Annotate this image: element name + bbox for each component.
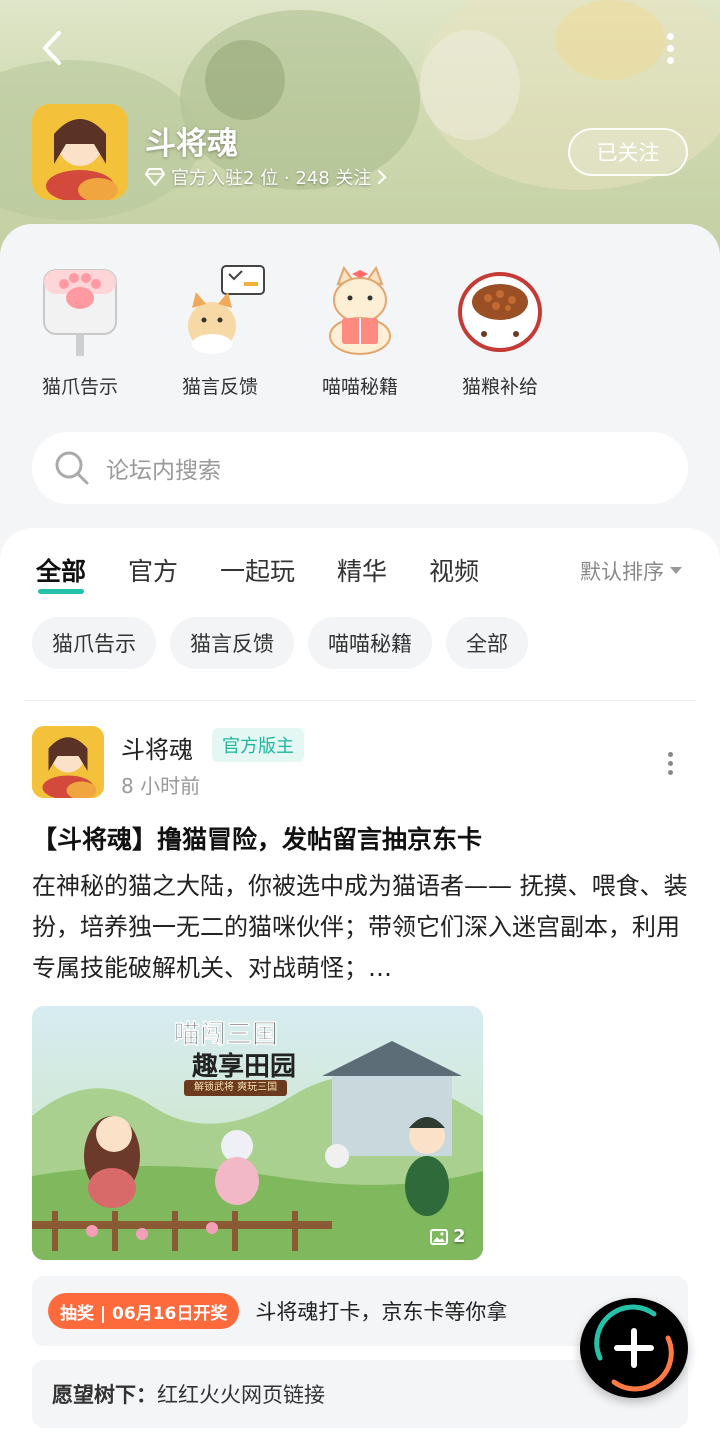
post-time: 8 小时前 bbox=[121, 774, 201, 798]
shortcut-cat-food[interactable]: 猫粮补给 bbox=[440, 262, 560, 399]
divider bbox=[24, 700, 696, 701]
search-placeholder: 论坛内搜索 bbox=[106, 458, 221, 484]
chip-cat-guide[interactable]: 喵喵秘籍 bbox=[308, 617, 432, 669]
shortcut-label: 猫言反馈 bbox=[181, 376, 258, 398]
tab-label: 一起玩 bbox=[220, 557, 296, 586]
sort-label: 默认排序 bbox=[580, 560, 664, 584]
active-tab-indicator bbox=[38, 589, 84, 594]
plus-icon bbox=[594, 1304, 674, 1392]
shortcut-label: 猫粮补给 bbox=[461, 376, 538, 398]
tab-all[interactable]: 全部 bbox=[36, 552, 87, 594]
avatar[interactable] bbox=[32, 726, 104, 798]
tab-play-together[interactable]: 一起玩 bbox=[220, 552, 295, 588]
post-image[interactable]: 喵闯三国 趣享田园 解锁武将 爽玩三国 bbox=[32, 1006, 483, 1260]
wish-value: 红红火火网页链接 bbox=[157, 1383, 325, 1407]
sort-dropdown[interactable]: 默认排序 bbox=[580, 556, 682, 586]
follow-button[interactable]: 已关注 bbox=[568, 128, 688, 176]
shortcut-label: 喵喵秘籍 bbox=[321, 376, 398, 398]
chip-cat-paw-notice[interactable]: 猫爪告示 bbox=[32, 617, 156, 669]
dot-icon bbox=[666, 32, 674, 40]
cat-food-bowl-icon bbox=[458, 272, 542, 352]
image-count: 2 bbox=[430, 1226, 466, 1247]
dot-icon bbox=[667, 769, 673, 775]
shortcut-label: 猫爪告示 bbox=[41, 376, 118, 398]
back-button[interactable] bbox=[32, 26, 72, 70]
new-post-button[interactable] bbox=[580, 1298, 688, 1398]
dot-icon bbox=[666, 44, 674, 52]
cat-paw-sign-icon bbox=[43, 269, 117, 356]
moderator-badge: 官方版主 bbox=[212, 728, 304, 762]
shortcut-cat-feedback[interactable]: 猫言反馈 bbox=[160, 262, 280, 399]
chip-cat-feedback[interactable]: 猫言反馈 bbox=[170, 617, 294, 669]
category-chips: 猫爪告示 猫言反馈 喵喵秘籍 全部 bbox=[32, 617, 528, 669]
image-count-label: 2 bbox=[453, 1226, 466, 1247]
tab-video[interactable]: 视频 bbox=[429, 552, 479, 588]
game-meta[interactable]: 官方入驻2 位 · 248 关注 bbox=[145, 164, 387, 190]
tab-label: 官方 bbox=[128, 557, 179, 586]
shortcut-cat-paw-notice[interactable]: 猫爪告示 bbox=[20, 262, 140, 399]
game-logo bbox=[32, 104, 128, 200]
lottery-tag: 抽奖 | 06月16日开奖 bbox=[48, 1293, 240, 1329]
diamond-icon bbox=[145, 168, 165, 186]
caret-down-icon bbox=[670, 567, 682, 574]
tab-label: 视频 bbox=[429, 557, 480, 586]
tab-official[interactable]: 官方 bbox=[128, 552, 178, 588]
post-title[interactable]: 【斗将魂】撸猫冒险，发帖留言抽京东卡 bbox=[32, 820, 692, 856]
game-title: 斗将魂 bbox=[145, 126, 238, 162]
tab-label: 全部 bbox=[36, 557, 87, 586]
more-options-button[interactable] bbox=[656, 30, 684, 66]
feed-tabs: 全部 官方 一起玩 精华 视频 bbox=[36, 552, 521, 594]
search-icon bbox=[55, 451, 89, 485]
shortcut-cat-guide[interactable]: 喵喵秘籍 bbox=[300, 262, 420, 399]
chevron-right-icon bbox=[378, 169, 387, 185]
tab-featured[interactable]: 精华 bbox=[337, 552, 387, 588]
game-meta-text: 官方入驻2 位 · 248 关注 bbox=[171, 168, 372, 189]
dot-icon bbox=[666, 56, 674, 64]
wish-key: 愿望树下： bbox=[52, 1383, 157, 1407]
cat-feedback-icon bbox=[188, 265, 265, 354]
image-caption: 解锁武将 爽玩三国 bbox=[184, 1080, 288, 1096]
post-author[interactable]: 斗将魂 bbox=[121, 730, 193, 765]
chevron-left-icon bbox=[43, 31, 61, 65]
post-body[interactable]: 在神秘的猫之大陆，你被选中成为猫语者—— 抚摸、喂食、装扮，培养独一无二的猫咪伙… bbox=[32, 866, 692, 989]
tab-label: 精华 bbox=[337, 557, 388, 586]
cat-book-icon bbox=[329, 265, 391, 355]
post-more-button[interactable] bbox=[662, 748, 678, 778]
search-input[interactable]: 论坛内搜索 bbox=[32, 432, 688, 504]
dot-icon bbox=[667, 760, 673, 766]
image-icon bbox=[430, 1228, 448, 1245]
chip-all[interactable]: 全部 bbox=[446, 617, 528, 669]
image-subtitle: 趣享田园 bbox=[192, 1052, 297, 1082]
dot-icon bbox=[667, 751, 673, 757]
lottery-text: 斗将魂打卡，京东卡等你拿 bbox=[255, 1300, 508, 1324]
